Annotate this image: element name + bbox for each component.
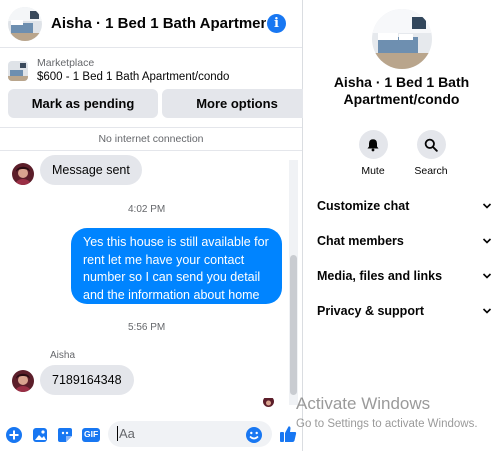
chevron-down-icon (482, 273, 492, 279)
no-internet-banner: No internet connection (0, 127, 302, 151)
listing-thumbnail (8, 61, 28, 81)
listing-avatar[interactable] (8, 6, 42, 41)
menu-customize-chat[interactable]: Customize chat (317, 199, 492, 213)
mark-as-pending-button[interactable]: Mark as pending (8, 89, 158, 118)
emoji-icon[interactable] (245, 426, 263, 444)
marketplace-text: Marketplace $600 - 1 Bed 1 Bath Apartmen… (37, 57, 229, 85)
chat-pane: Aisha · 1 Bed 1 Bath Apartment/c... i Ma… (0, 0, 312, 451)
watermark-title: Activate Windows (296, 394, 431, 413)
info-title: Aisha · 1 Bed 1 Bath Apartment/condo (333, 74, 470, 107)
mute-action[interactable]: Mute (343, 130, 403, 177)
info-icon[interactable]: i (267, 14, 286, 33)
chat-info-panel: Aisha · 1 Bed 1 Bath Apartment/condo Mut… (303, 0, 500, 451)
chevron-down-icon (482, 238, 492, 244)
chevron-down-icon (482, 203, 492, 209)
gif-label: GIF (84, 429, 99, 439)
sender-name: Aisha (50, 350, 76, 361)
search-icon[interactable] (416, 130, 446, 159)
menu-chat-members[interactable]: Chat members (317, 234, 492, 248)
scrollbar-thumb[interactable] (290, 255, 297, 395)
message-input-placeholder: Aa (119, 426, 135, 441)
scrollbar[interactable] (289, 160, 298, 405)
windows-activation-watermark: Activate Windows Go to Settings to activ… (296, 394, 478, 433)
incoming-message-bubble: 7189164348 (40, 365, 134, 395)
seen-avatar (263, 396, 274, 407)
search-action[interactable]: Search (401, 130, 461, 177)
listing-actions: Mark as pending More options (8, 89, 312, 118)
peer-avatar[interactable] (12, 163, 34, 185)
menu-label: Privacy & support (317, 304, 424, 318)
marketplace-item: $600 - 1 Bed 1 Bath Apartment/condo (37, 71, 230, 83)
chat-title[interactable]: Aisha · 1 Bed 1 Bath Apartment/c... (51, 15, 266, 32)
watermark-subtitle: Go to Settings to activate Windows. (296, 418, 478, 430)
photo-icon[interactable] (31, 426, 49, 444)
menu-privacy-support[interactable]: Privacy & support (317, 304, 492, 318)
menu-label: Chat members (317, 234, 404, 248)
listing-photo[interactable] (372, 9, 432, 69)
add-icon[interactable] (5, 426, 23, 444)
menu-label: Customize chat (317, 199, 410, 213)
marketplace-listing[interactable]: Marketplace $600 - 1 Bed 1 Bath Apartmen… (8, 57, 229, 85)
menu-media-files-links[interactable]: Media, files and links (317, 269, 492, 283)
mute-label: Mute (361, 165, 385, 177)
peer-avatar[interactable] (12, 370, 34, 392)
like-icon[interactable] (278, 424, 298, 444)
bell-icon[interactable] (358, 130, 388, 159)
text-caret (117, 426, 118, 441)
marketplace-label: Marketplace (37, 57, 95, 69)
menu-label: Media, files and links (317, 269, 443, 283)
search-label: Search (414, 165, 448, 177)
more-options-button[interactable]: More options (162, 89, 312, 118)
message-sent-bubble: Message sent (40, 155, 142, 185)
chat-header: Aisha · 1 Bed 1 Bath Apartment/c... i (0, 0, 302, 48)
sticker-icon[interactable] (56, 426, 74, 444)
chevron-down-icon (482, 308, 492, 314)
timestamp: 5:56 PM (128, 322, 166, 333)
outgoing-message-bubble: Yes this house is still available for re… (71, 228, 282, 304)
timestamp: 4:02 PM (128, 204, 166, 215)
